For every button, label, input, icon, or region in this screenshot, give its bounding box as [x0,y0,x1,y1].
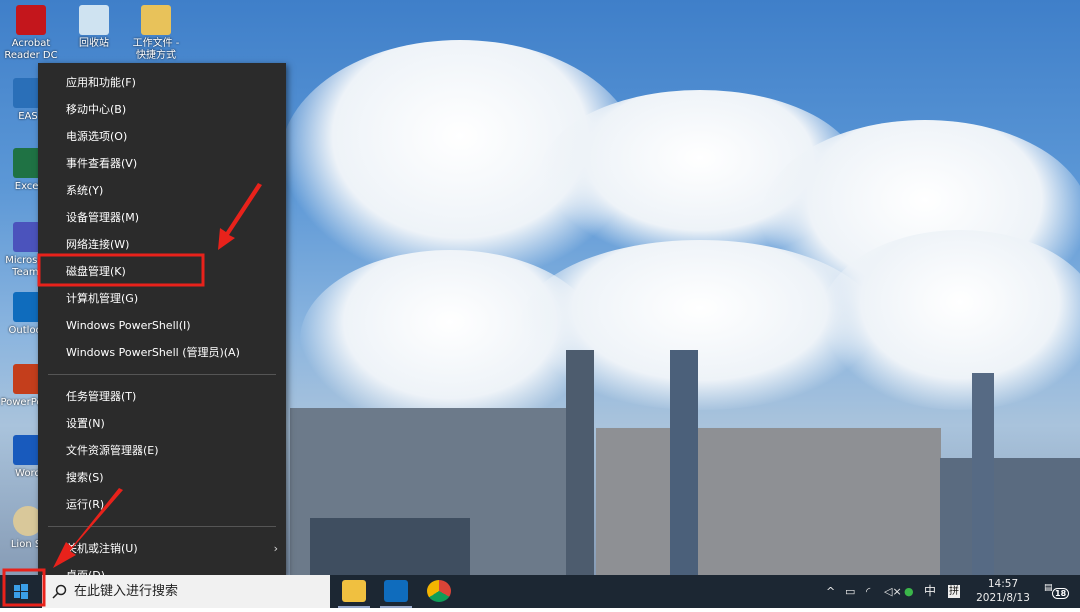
highlight-box-start-button [2,568,46,607]
highlight-box-disk-management [37,253,205,287]
arrow-annotation [53,488,123,568]
annotation-overlay [2,183,262,607]
arrow-annotation [218,183,262,250]
